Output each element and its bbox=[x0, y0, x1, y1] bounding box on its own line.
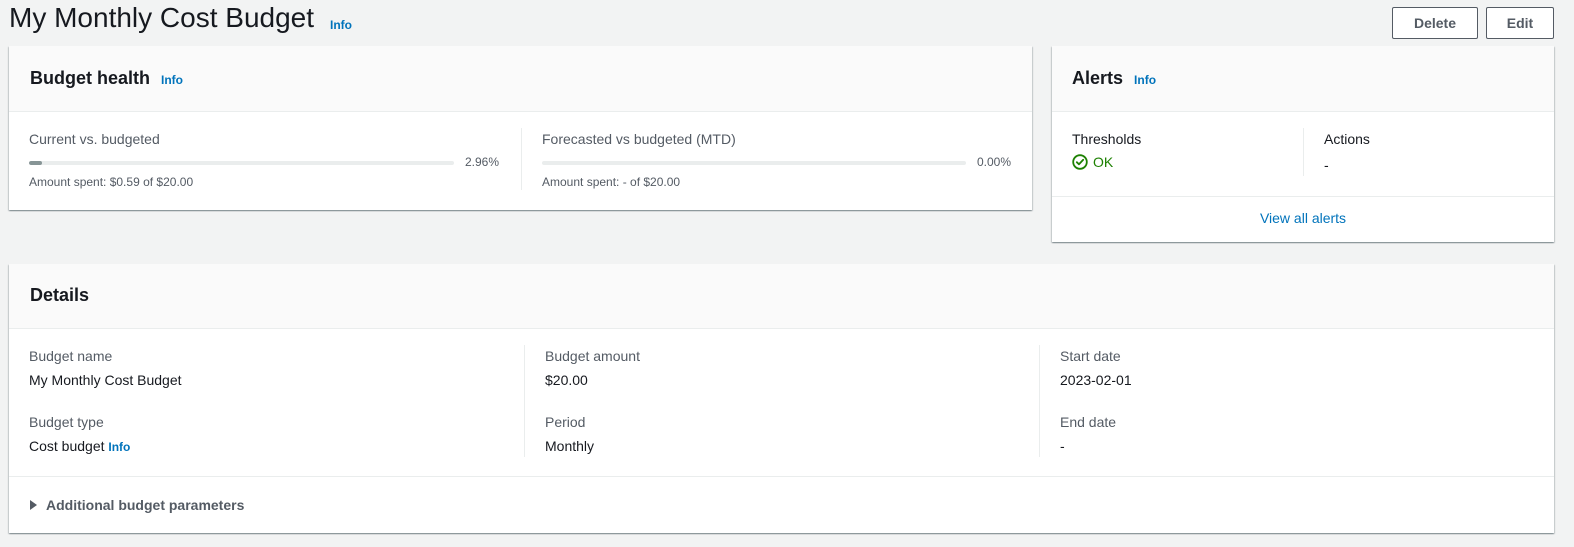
budget-type-value-wrap: Cost budget Info bbox=[29, 438, 130, 454]
details-footer-divider bbox=[9, 476, 1554, 477]
start-date-label: Start date bbox=[1060, 348, 1121, 364]
alerts-title-wrap: Alerts Info bbox=[1072, 68, 1156, 89]
alerts-info-link[interactable]: Info bbox=[1134, 73, 1156, 87]
thresholds-status-text: OK bbox=[1093, 154, 1114, 170]
forecasted-percent: 0.00% bbox=[977, 155, 1012, 169]
current-vs-budgeted-label: Current vs. budgeted bbox=[29, 131, 160, 147]
current-percent: 2.96% bbox=[465, 155, 500, 169]
budget-name-value: My Monthly Cost Budget bbox=[29, 372, 182, 388]
thresholds-label: Thresholds bbox=[1072, 131, 1142, 147]
forecasted-amount-spent: Amount spent: - of $20.00 bbox=[542, 175, 681, 189]
additional-params-expander[interactable]: Additional budget parameters bbox=[30, 497, 244, 513]
details-card: Details Budget name My Monthly Cost Budg… bbox=[9, 264, 1554, 533]
actions-label: Actions bbox=[1324, 131, 1370, 147]
title-info-link[interactable]: Info bbox=[330, 18, 352, 32]
details-title: Details bbox=[30, 285, 90, 305]
health-divider bbox=[521, 128, 522, 190]
alerts-footer-divider bbox=[1052, 196, 1554, 197]
forecasted-vs-budgeted-label: Forecasted vs budgeted (MTD) bbox=[542, 131, 736, 147]
delete-button[interactable]: Delete bbox=[1392, 7, 1478, 39]
edit-button[interactable]: Edit bbox=[1486, 7, 1554, 39]
details-header: Details bbox=[9, 264, 1554, 329]
start-date-value: 2023-02-01 bbox=[1060, 372, 1132, 388]
current-amount-spent: Amount spent: $0.59 of $20.00 bbox=[29, 175, 194, 189]
alerts-header: Alerts Info bbox=[1052, 46, 1554, 112]
alerts-divider bbox=[1303, 128, 1304, 176]
details-divider-1 bbox=[524, 345, 525, 457]
end-date-label: End date bbox=[1060, 414, 1117, 430]
budget-health-title-wrap: Budget health Info bbox=[30, 68, 183, 89]
details-divider-2 bbox=[1039, 345, 1040, 457]
caret-right-icon bbox=[30, 500, 37, 510]
budget-type-value: Cost budget bbox=[29, 438, 105, 454]
page-title: My Monthly Cost Budget bbox=[9, 2, 315, 33]
period-value: Monthly bbox=[545, 438, 595, 454]
budget-amount-value: $20.00 bbox=[545, 372, 588, 388]
actions-value: - bbox=[1324, 157, 1329, 173]
budget-health-title: Budget health bbox=[30, 68, 150, 88]
budget-type-label: Budget type bbox=[29, 414, 104, 430]
alerts-card: Alerts Info Thresholds OK Actions - View… bbox=[1052, 46, 1554, 242]
budget-health-header: Budget health Info bbox=[9, 46, 1032, 112]
current-progress-fill bbox=[29, 161, 42, 165]
budget-name-label: Budget name bbox=[29, 348, 113, 364]
end-date-value: - bbox=[1060, 438, 1065, 454]
budget-health-info-link[interactable]: Info bbox=[161, 73, 183, 87]
forecasted-progress-bar bbox=[542, 161, 966, 165]
thresholds-status: OK bbox=[1072, 154, 1113, 170]
budget-type-info-link[interactable]: Info bbox=[108, 440, 130, 454]
budget-amount-label: Budget amount bbox=[545, 348, 640, 364]
view-all-alerts-link[interactable]: View all alerts bbox=[1052, 210, 1554, 226]
period-label: Period bbox=[545, 414, 586, 430]
alerts-title: Alerts bbox=[1072, 68, 1124, 88]
current-progress-bar bbox=[29, 161, 454, 165]
additional-params-label: Additional budget parameters bbox=[46, 497, 245, 513]
page-header: My Monthly Cost Budget Info Delete Edit bbox=[0, 0, 1574, 44]
budget-health-card: Budget health Info Current vs. budgeted … bbox=[9, 46, 1032, 210]
check-circle-icon bbox=[1072, 154, 1088, 170]
